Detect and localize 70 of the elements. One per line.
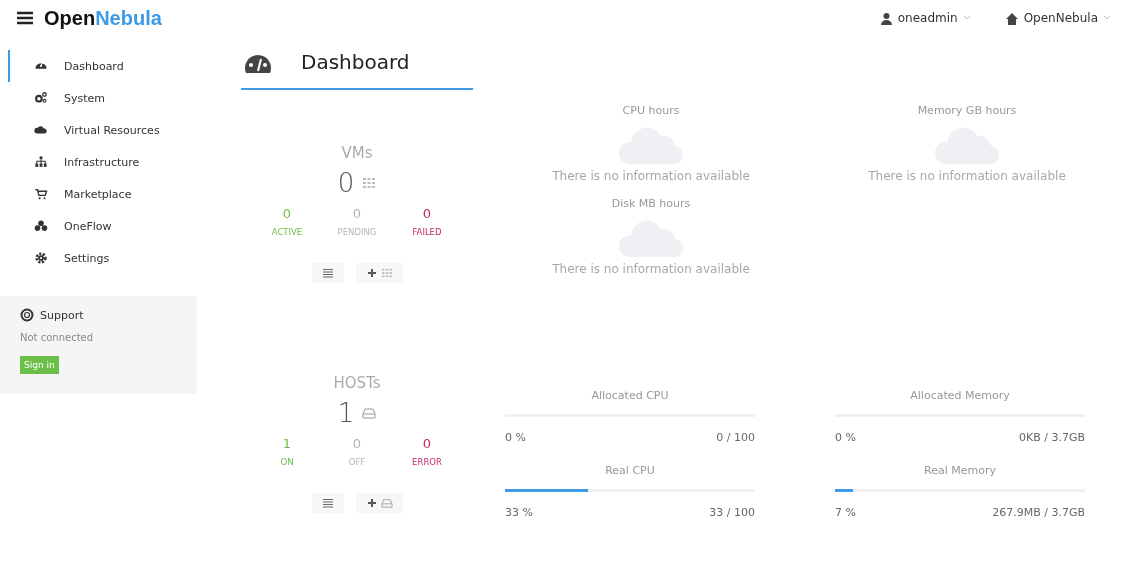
usage-value: 33 / 100 [709, 506, 755, 519]
state-label: ACTIVE [271, 227, 303, 237]
chart-title: CPU hours [622, 104, 680, 117]
state-count: 0 [352, 436, 362, 451]
sidebar-item[interactable]: Settings [8, 242, 197, 274]
chart-title: Disk MB hours [611, 197, 691, 210]
state-count: 0 [422, 206, 432, 221]
widget-title: VMs [341, 144, 373, 162]
meter-title: Real CPU [604, 464, 656, 477]
state-label: OFF [348, 457, 366, 467]
infrastructure-icon [34, 155, 48, 169]
widget-title: HOSTs [333, 374, 381, 392]
menu-icon[interactable] [16, 10, 34, 26]
user-icon [879, 11, 893, 25]
caret-icon [1103, 15, 1111, 21]
meter-title: Allocated Memory [909, 389, 1011, 402]
app-logo: OpenNebula [44, 6, 162, 30]
state-label: FAILED [412, 227, 442, 237]
state-count: 0 [352, 206, 362, 221]
state-count: 0 [422, 436, 432, 451]
state-label: PENDING [337, 227, 377, 237]
sidebar-item[interactable]: Infrastructure [8, 146, 197, 178]
percent-value: 33 % [505, 506, 533, 519]
percent-value: 0 % [505, 431, 526, 444]
state-count: 0 [282, 206, 292, 221]
zone-menu[interactable]: OpenNebula [1023, 11, 1098, 25]
list-button[interactable] [311, 263, 344, 283]
vm-icon [362, 177, 377, 189]
list-button[interactable] [311, 493, 344, 513]
list-icon [321, 498, 334, 508]
chart-title: Memory GB hours [917, 104, 1017, 117]
total-count: 0 [337, 168, 355, 198]
plus-icon [365, 498, 378, 508]
empty-message: There is no information available [552, 169, 750, 183]
state-label: ON [280, 457, 294, 467]
user-menu[interactable]: oneadmin [897, 11, 958, 25]
state-count: 1 [282, 436, 292, 451]
list-icon [321, 268, 334, 278]
sidebar-item[interactable]: Marketplace [8, 178, 197, 210]
home-icon [1004, 11, 1019, 25]
sidebar-item[interactable]: OneFlow [8, 210, 197, 242]
percent-value: 0 % [835, 431, 856, 444]
usage-value: 267.9MB / 3.7GB [992, 506, 1085, 519]
plus-icon [365, 268, 378, 278]
sidebar-item[interactable]: System [8, 82, 197, 114]
total-count: 1 [337, 398, 355, 428]
host-icon [362, 407, 377, 419]
flow-icon [34, 219, 48, 233]
vm-icon [380, 268, 393, 278]
meter-title: Real Memory [923, 464, 997, 477]
host-icon [380, 498, 393, 508]
support-title: Support [40, 308, 84, 322]
state-label: ERROR [412, 457, 442, 467]
empty-message: There is no information available [552, 262, 750, 276]
cart-icon [34, 187, 48, 201]
percent-value: 7 % [835, 506, 856, 519]
meter-title: Allocated CPU [590, 389, 670, 402]
create-button[interactable] [355, 263, 403, 283]
create-button[interactable] [355, 493, 403, 513]
settings-icon [34, 251, 48, 265]
usage-value: 0 / 100 [716, 431, 755, 444]
sidebar-item[interactable]: Virtual Resources [8, 114, 197, 146]
cloud-icon [34, 123, 48, 137]
page-title: Dashboard [301, 50, 410, 74]
sidebar-item[interactable]: Dashboard [8, 50, 197, 82]
connection-status: Not connected [20, 332, 95, 343]
empty-message: There is no information available [868, 169, 1066, 183]
system-icon [34, 91, 48, 105]
usage-value: 0KB / 3.7GB [1018, 431, 1085, 444]
caret-icon [962, 15, 971, 21]
